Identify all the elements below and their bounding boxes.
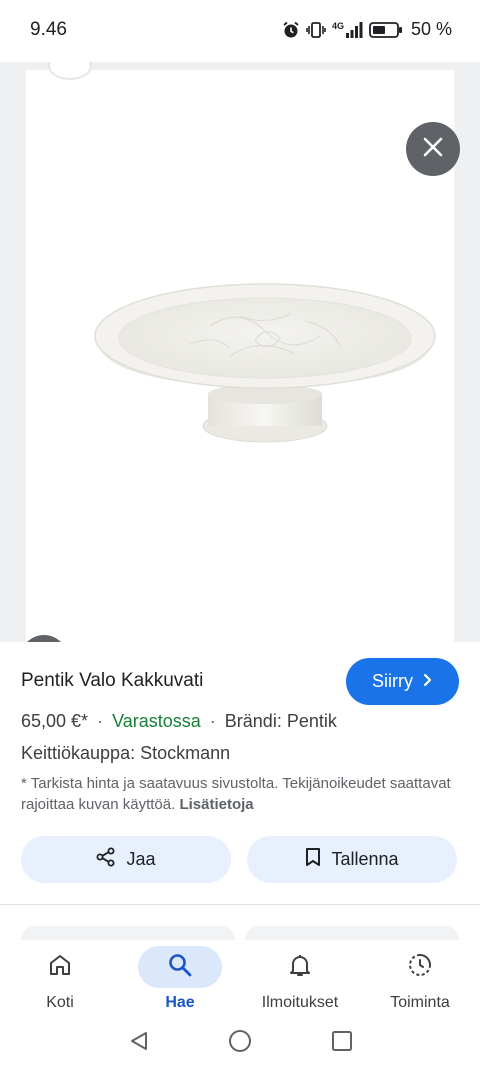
product-image (94, 283, 436, 443)
nav-label: Toiminta (390, 994, 450, 1011)
save-button[interactable]: Tallenna (247, 836, 457, 883)
status-bar: 9.46 4G 50 % (0, 0, 480, 62)
product-title: Pentik Valo Kakkuvati (21, 670, 204, 691)
nav-label: Hae (165, 994, 195, 1011)
alarm-icon (282, 21, 300, 39)
nav-label: Ilmoitukset (261, 994, 339, 1011)
signal-icon: 4G (331, 20, 363, 38)
status-icons: 4G 50 % (282, 19, 452, 40)
close-button[interactable] (406, 122, 460, 176)
nav-icon-container (378, 946, 462, 988)
bell-icon (287, 952, 313, 983)
more-info-link[interactable]: Lisätietoja (179, 796, 253, 813)
share-button[interactable]: Jaa (21, 836, 231, 883)
square-recents-icon (331, 1030, 353, 1057)
nav-icon-container (18, 946, 102, 988)
search-icon (167, 952, 193, 983)
share-icon (96, 847, 116, 872)
nav-item-notifications[interactable]: Ilmoitukset (240, 940, 360, 1020)
circle-home-icon (228, 1029, 252, 1058)
bottom-nav: Koti Hae Ilmoitukset Toiminta (0, 940, 480, 1020)
back-icon (128, 1030, 150, 1057)
close-icon (422, 136, 444, 163)
visit-button[interactable]: Siirry (346, 658, 459, 705)
chevron-right-icon (423, 671, 433, 692)
nav-item-home[interactable]: Koti (0, 940, 120, 1020)
nav-icon-container (138, 946, 222, 988)
home-icon (47, 952, 73, 983)
nav-item-activity[interactable]: Toiminta (360, 940, 480, 1020)
recents-button[interactable] (327, 1028, 357, 1058)
bookmark-icon (305, 847, 321, 872)
nav-label: Koti (46, 994, 74, 1011)
image-card (26, 62, 454, 642)
vibrate-icon (306, 21, 326, 39)
disclaimer: * Tarkista hinta ja saatavuus sivustolta… (21, 773, 461, 815)
store-name: Keittiökauppa: Stockmann (21, 743, 231, 763)
network-type: 4G (331, 20, 344, 31)
image-viewer (0, 62, 480, 642)
battery-percent: 50 % (410, 19, 452, 39)
home-system-button[interactable] (225, 1028, 255, 1058)
product-brand: Brändi: Pentik (224, 711, 337, 731)
visit-label: Siirry (372, 671, 413, 691)
back-button[interactable] (124, 1028, 154, 1058)
nav-icon-container (258, 946, 342, 988)
stock-status: Varastossa (112, 711, 201, 731)
battery-icon (369, 21, 403, 39)
previous-thumbnail[interactable] (48, 62, 92, 80)
share-label: Jaa (126, 849, 156, 869)
status-time: 9.46 (30, 19, 67, 40)
product-price: 65,00 €* (21, 711, 89, 731)
divider (0, 904, 480, 905)
system-nav (0, 1020, 480, 1066)
product-info: 65,00 €* · Varastossa · Brändi: Pentik (21, 711, 337, 732)
separator-dot: · (97, 711, 104, 731)
activity-icon (407, 952, 433, 983)
nav-item-search[interactable]: Hae (120, 940, 240, 1020)
save-label: Tallenna (331, 849, 399, 869)
separator-dot: · (209, 711, 216, 731)
